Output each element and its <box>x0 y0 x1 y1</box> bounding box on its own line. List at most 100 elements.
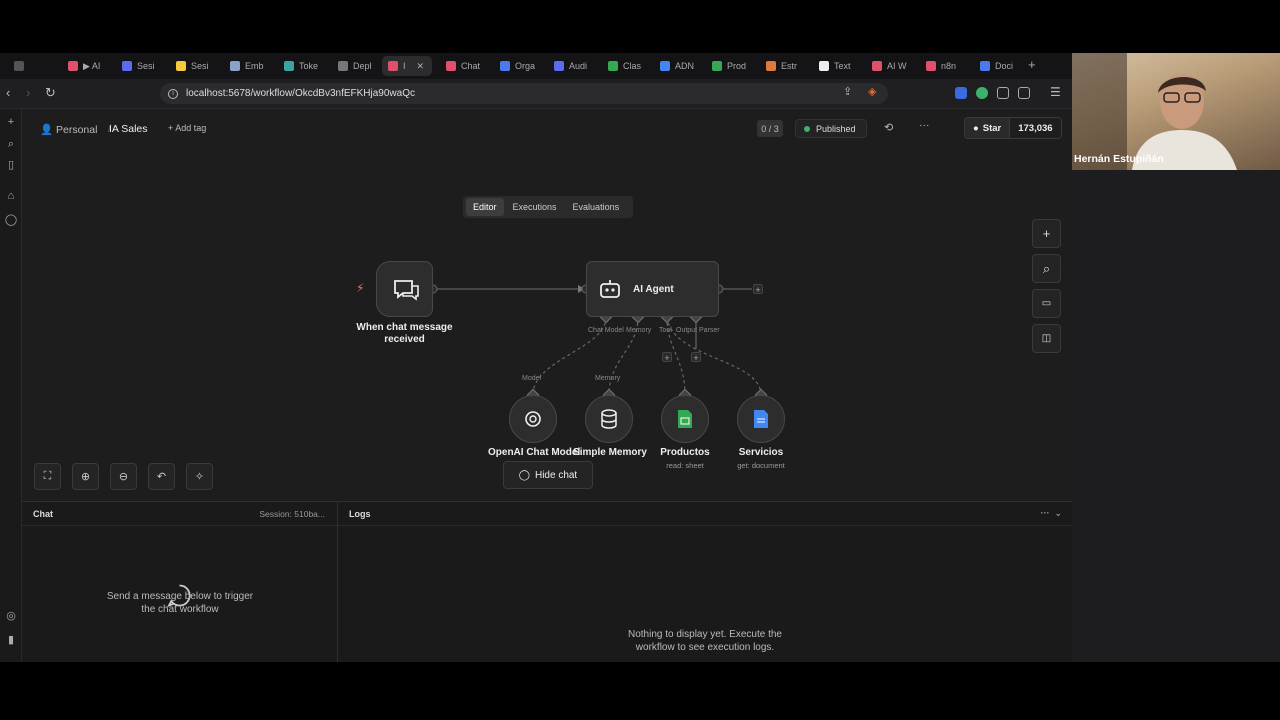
home-icon[interactable]: ⌂ <box>4 189 18 203</box>
more-icon[interactable]: ··· <box>919 119 930 131</box>
search-nodes-button[interactable]: ⌕ <box>1032 254 1061 283</box>
counter-badge: 0 / 3 <box>757 120 783 137</box>
servicios-node-label: Servicios <box>738 447 784 458</box>
history-icon[interactable]: ⟲ <box>884 121 893 134</box>
browser-tab[interactable]: Sesi <box>170 56 209 76</box>
new-tab-button[interactable]: + <box>1028 57 1036 72</box>
workflow-name[interactable]: IA Sales <box>109 123 148 135</box>
tab-favicon-icon <box>230 61 240 71</box>
add-parser-button[interactable]: + <box>691 352 701 363</box>
close-tab-icon[interactable]: ✕ <box>417 61 425 72</box>
servicios-node[interactable] <box>737 395 785 443</box>
forward-icon[interactable]: › <box>26 85 30 100</box>
sticky-note-button[interactable]: ▭ <box>1032 289 1061 318</box>
productos-node-sub: read: sheet <box>666 461 704 470</box>
tab-favicon-icon <box>176 61 186 71</box>
extension-icon[interactable] <box>976 87 988 99</box>
browser-tab[interactable]: Toke <box>278 56 318 76</box>
add-icon[interactable]: + <box>4 115 18 129</box>
fit-view-button[interactable]: ⛶ <box>34 463 61 490</box>
port-output-parser: Output Parser <box>676 327 720 334</box>
browser-tab[interactable]: Text <box>813 56 851 76</box>
productos-node[interactable] <box>661 395 709 443</box>
menu-icon[interactable]: ☰ <box>1050 85 1061 99</box>
search-icon[interactable]: ⌕ <box>4 137 18 151</box>
add-next-node-button[interactable]: + <box>753 284 763 295</box>
shield-icon[interactable]: ◈ <box>868 85 876 98</box>
browser-tab[interactable]: Estr <box>760 56 797 76</box>
tab-favicon-icon <box>872 61 882 71</box>
add-tag-button[interactable]: + Add tag <box>168 123 206 133</box>
add-tool-button[interactable]: + <box>662 352 672 363</box>
zoom-in-button[interactable]: ⊕ <box>72 463 99 490</box>
url-text: localhost:5678/workflow/OkcdBv3nfEFKHja9… <box>186 88 415 99</box>
insights-icon[interactable]: ▮ <box>4 633 18 647</box>
star-count: 173,036 <box>1009 118 1061 138</box>
browser-tab[interactable]: n8n <box>920 56 956 76</box>
browser-tab[interactable]: Prod <box>706 56 746 76</box>
tab-favicon-icon <box>446 61 456 71</box>
zoom-out-button[interactable]: ⊖ <box>110 463 137 490</box>
hide-chat-button[interactable]: ◯ Hide chat <box>503 461 593 489</box>
openai-chat-model-node[interactable] <box>509 395 557 443</box>
robot-icon <box>600 280 620 298</box>
back-icon[interactable]: ‹ <box>6 85 10 100</box>
templates-icon[interactable]: ◎ <box>4 609 18 623</box>
tab-label: Audi <box>569 61 588 71</box>
tab-label: Depl <box>353 61 372 71</box>
browser-tab[interactable]: I ✕ <box>382 56 432 76</box>
chat-trigger-node[interactable] <box>376 261 433 317</box>
browser-tab[interactable]: Orga <box>494 56 535 76</box>
tidy-up-button[interactable]: ✧ <box>186 463 213 490</box>
browser-tab[interactable]: AI W <box>866 56 907 76</box>
workflow-canvas[interactable]: ⚡ When chat message received + AI Agent … <box>22 149 1072 509</box>
session-id[interactable]: Session: 510ba... <box>259 509 325 519</box>
browser-tab[interactable]: Emb <box>224 56 264 76</box>
reload-icon[interactable]: ↻ <box>45 85 56 101</box>
url-field[interactable]: i localhost:5678/workflow/OkcdBv3nfEFKHj… <box>160 83 888 104</box>
project-breadcrumb[interactable]: 👤 Personal <box>40 123 97 136</box>
site-info-icon[interactable]: i <box>168 88 178 99</box>
undo-button[interactable]: ↶ <box>148 463 175 490</box>
browser-tab[interactable]: Audi <box>548 56 587 76</box>
productos-node-label: Productos <box>660 447 710 458</box>
chat-icon <box>394 280 419 301</box>
tab-favicon-icon <box>388 61 398 71</box>
browser-tab[interactable]: Sesi <box>116 56 155 76</box>
wallet-icon[interactable] <box>1018 87 1030 99</box>
browser-tab[interactable]: Clas <box>602 56 641 76</box>
participant-name: Hernán Estupiñán <box>1074 153 1164 165</box>
servicios-node-sub: get: document <box>737 461 785 470</box>
browser-tab[interactable] <box>8 56 29 76</box>
browser-tab[interactable]: Chat <box>440 56 480 76</box>
tab-favicon-icon <box>500 61 510 71</box>
tab-label: Orga <box>515 61 536 71</box>
bottom-panels: Chat Session: 510ba... Send a message be… <box>22 501 1072 662</box>
chat-panel: Chat Session: 510ba... Send a message be… <box>22 502 338 662</box>
github-star-button[interactable]: ● Star 173,036 <box>964 117 1062 139</box>
hide-chat-label: Hide chat <box>534 469 578 481</box>
puzzle-icon[interactable] <box>997 87 1009 99</box>
tab-bar: ▶ AI Sesi Sesi Emb Toke Depl I ✕ Chat Orga Audi Cla… <box>0 53 1072 79</box>
tab-favicon-icon <box>554 61 564 71</box>
browser-tab[interactable]: ADN <box>654 56 694 76</box>
chat-icon[interactable]: ◯ <box>4 213 18 227</box>
browser-tab[interactable]: ▶ AI <box>62 56 100 76</box>
browser-tab[interactable]: Depl <box>332 56 372 76</box>
add-node-button[interactable]: + <box>1032 219 1061 248</box>
n8n-app: + ⌕ ▯ ⌂ ◯ ◎ ▮ 👤 Personal / IA Sales + Ad… <box>0 109 1072 662</box>
toggle-panel-button[interactable]: ◫ <box>1032 324 1061 353</box>
extension-icon[interactable] <box>955 87 967 99</box>
share-icon[interactable]: ⇪ <box>843 85 852 98</box>
model-port-label: Model <box>522 375 542 382</box>
simple-memory-node[interactable] <box>585 395 633 443</box>
tab-label: ▶ AI <box>83 60 101 71</box>
tab-label: Doci <box>995 61 1014 71</box>
ai-agent-node[interactable]: AI Agent <box>586 261 719 317</box>
database-icon <box>601 409 617 429</box>
logs-options-icon[interactable]: ··· ⌄ <box>1040 508 1062 519</box>
browser-tab[interactable]: Doci <box>974 56 1013 76</box>
status-dot <box>804 125 810 132</box>
sidebar-icon[interactable]: ▯ <box>4 158 18 172</box>
publish-status-button[interactable]: Published <box>795 119 867 138</box>
